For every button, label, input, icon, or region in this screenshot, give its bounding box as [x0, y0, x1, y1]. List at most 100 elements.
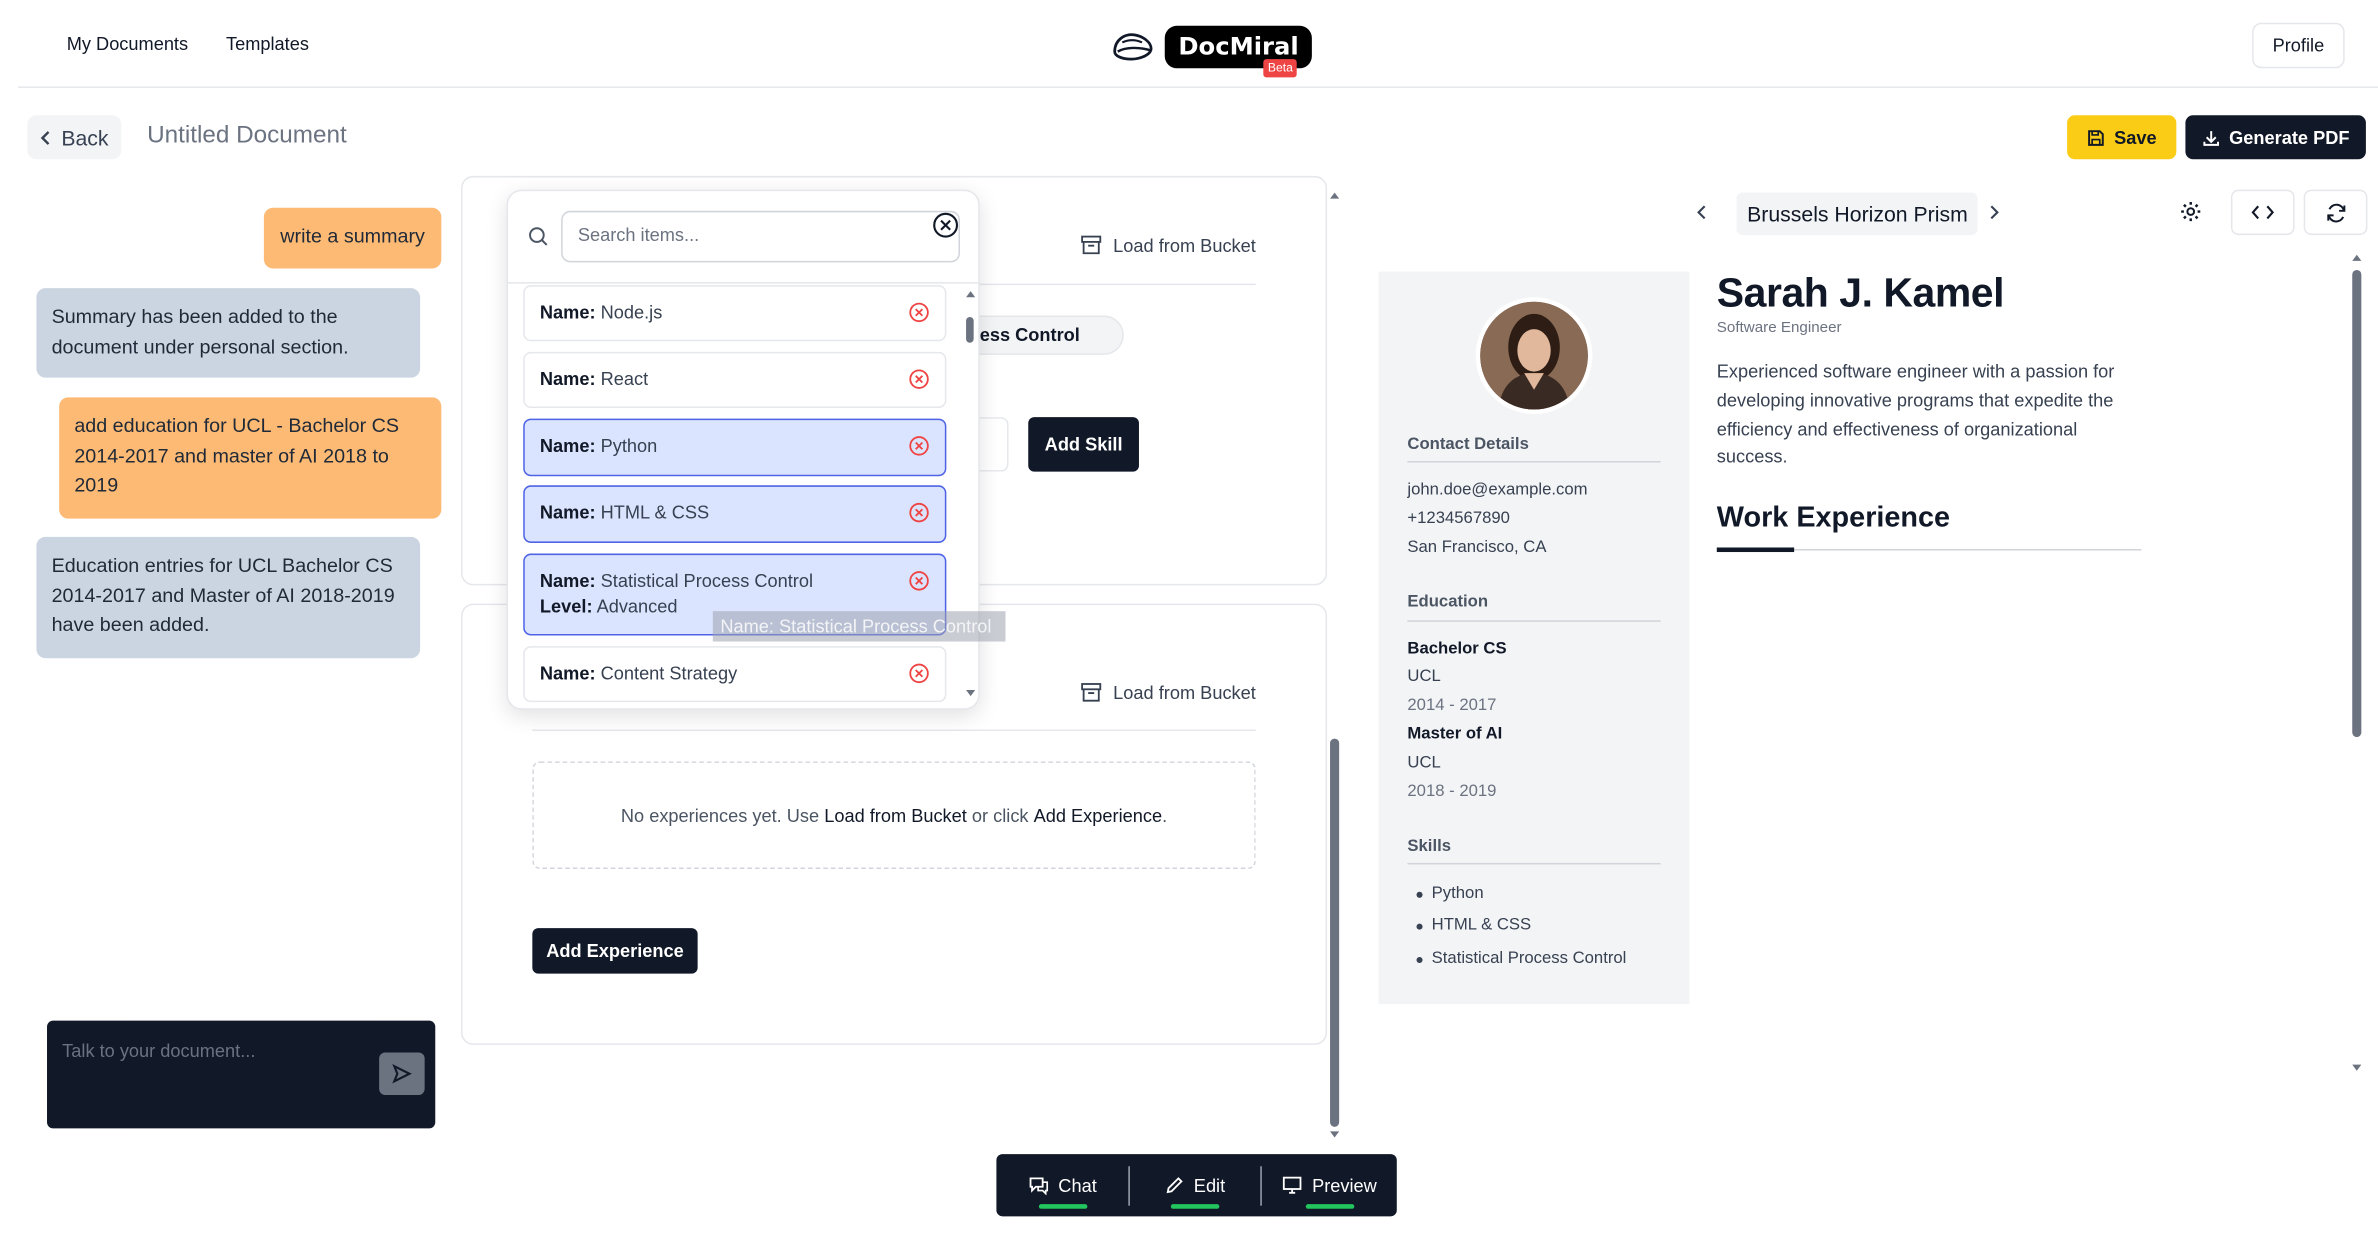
- section-divider: [532, 729, 1256, 732]
- resume-name: Sarah J. Kamel: [1716, 269, 2005, 316]
- mode-toggle-bar: Chat Edit Preview: [996, 1154, 1397, 1217]
- cap-logo-icon: [1113, 33, 1153, 61]
- empty-text-suffix: .: [1162, 804, 1168, 826]
- mode-edit-button[interactable]: Edit: [1130, 1154, 1260, 1216]
- scroll-up-arrow-icon: [966, 291, 976, 298]
- empty-text-add: Add Experience: [1033, 804, 1163, 826]
- drag-ghost: Name: Statistical Process Control: [712, 611, 1006, 642]
- preview-scroll-thumb[interactable]: [2352, 269, 2362, 738]
- profile-photo: [1480, 301, 1588, 410]
- scroll-down-arrow-icon: [2352, 1064, 2362, 1071]
- item-name-key: Name:: [539, 435, 596, 457]
- education-degree: Master of AI: [1407, 724, 1503, 744]
- bucket-item[interactable]: Name: Content Strategy: [523, 646, 947, 703]
- add-skill-button[interactable]: Add Skill: [1028, 417, 1139, 472]
- item-name: Node.js: [600, 301, 663, 324]
- item-name-key: Name:: [539, 662, 596, 684]
- next-template-icon[interactable]: [1988, 203, 2000, 221]
- bucket-item-selected[interactable]: Name: HTML & CSS: [523, 485, 947, 543]
- remove-item-icon[interactable]: [908, 302, 929, 323]
- code-view-button[interactable]: [2230, 189, 2295, 236]
- save-icon: [2088, 129, 2104, 146]
- template-name: Brussels Horizon Prism: [1736, 192, 1979, 236]
- item-name: Content Strategy: [600, 662, 738, 684]
- editor-scrollbar[interactable]: [1327, 188, 1342, 1143]
- chat-input[interactable]: [62, 1035, 366, 1067]
- skill-item: Python: [1416, 884, 1484, 903]
- remove-item-icon[interactable]: [908, 435, 929, 456]
- remove-item-icon[interactable]: [908, 369, 929, 390]
- send-button[interactable]: [379, 1052, 425, 1095]
- load-from-bucket-label: Load from Bucket: [1113, 234, 1256, 256]
- mode-chat-button[interactable]: Chat: [996, 1154, 1128, 1216]
- skill-item: HTML & CSS: [1416, 916, 1532, 935]
- item-name: HTML & CSS: [600, 501, 710, 524]
- education-years: 2018 - 2019: [1407, 782, 1497, 801]
- item-name-key: Name:: [539, 301, 596, 324]
- section-rule-accent: [1716, 547, 1795, 553]
- beta-badge: Beta: [1263, 59, 1298, 78]
- search-icon: [529, 227, 548, 246]
- generate-pdf-label: Generate PDF: [2229, 126, 2350, 148]
- preview-scrollbar[interactable]: [2349, 252, 2364, 1076]
- chat-message-user: add education for UCL - Bachelor CS 2014…: [59, 397, 442, 519]
- item-level-key: Level:: [539, 595, 593, 617]
- scroll-down-arrow-icon: [966, 690, 976, 697]
- item-level: Advanced: [596, 595, 678, 617]
- empty-text-load: Load from Bucket: [824, 804, 967, 826]
- bucket-item[interactable]: Name: Node.js: [523, 285, 947, 342]
- generate-pdf-button[interactable]: Generate PDF: [2185, 115, 2366, 160]
- chat-message-assistant: Summary has been added to the document u…: [36, 288, 421, 378]
- chat-icon: [1029, 1177, 1048, 1196]
- add-experience-button[interactable]: Add Experience: [532, 928, 698, 974]
- nav-my-documents[interactable]: My Documents: [67, 33, 188, 54]
- prev-template-icon[interactable]: [1696, 203, 1708, 221]
- load-from-bucket-button[interactable]: Load from Bucket: [1080, 234, 1256, 257]
- back-button[interactable]: Back: [27, 115, 122, 160]
- mode-preview-label: Preview: [1312, 1174, 1377, 1196]
- bucket-item-selected[interactable]: Name: Python: [523, 418, 947, 477]
- code-icon: [2251, 205, 2275, 220]
- remove-item-icon[interactable]: [908, 570, 929, 591]
- dropdown-scroll-thumb[interactable]: [966, 316, 974, 343]
- profile-button[interactable]: Profile: [2252, 22, 2345, 69]
- remove-item-icon[interactable]: [908, 502, 929, 523]
- document-title[interactable]: Untitled Document: [147, 123, 347, 150]
- education-school: UCL: [1407, 667, 1441, 686]
- monitor-icon: [1283, 1176, 1302, 1194]
- remove-item-icon[interactable]: [908, 663, 929, 684]
- load-from-bucket-button[interactable]: Load from Bucket: [1080, 681, 1256, 704]
- search-field: [561, 210, 961, 263]
- editor-scroll-thumb[interactable]: [1330, 738, 1340, 1127]
- item-name-key: Name:: [539, 570, 596, 592]
- refresh-icon: [2326, 202, 2345, 222]
- download-icon: [2203, 130, 2219, 146]
- nav-templates[interactable]: Templates: [226, 33, 309, 54]
- refresh-button[interactable]: [2303, 189, 2368, 236]
- save-button[interactable]: Save: [2067, 115, 2177, 160]
- contact-email: john.doe@example.com: [1407, 480, 1588, 499]
- search-input[interactable]: [577, 224, 912, 246]
- scroll-up-arrow-icon: [1330, 192, 1340, 199]
- bucket-item[interactable]: Name: React: [523, 351, 947, 408]
- mode-chat-label: Chat: [1058, 1174, 1097, 1196]
- education-degree: Bachelor CS: [1407, 640, 1507, 659]
- mode-active-underline: [1305, 1204, 1354, 1209]
- back-label: Back: [61, 125, 109, 150]
- mode-edit-label: Edit: [1193, 1174, 1226, 1196]
- chat-message-assistant: Education entries for UCL Bachelor CS 20…: [36, 536, 421, 659]
- dropdown-divider: [508, 282, 979, 284]
- mode-preview-button[interactable]: Preview: [1262, 1154, 1397, 1216]
- item-name: React: [600, 368, 649, 390]
- clear-search-icon[interactable]: [931, 211, 960, 240]
- mode-active-underline: [1038, 1204, 1087, 1209]
- item-name-key: Name:: [539, 368, 596, 390]
- gear-icon[interactable]: [2179, 200, 2202, 223]
- archive-icon: [1081, 235, 1102, 255]
- section-rule: [1407, 461, 1661, 463]
- contact-location: San Francisco, CA: [1407, 538, 1547, 557]
- resume-summary: Experienced software engineer with a pas…: [1716, 360, 2115, 468]
- scroll-down-arrow-icon: [1330, 1131, 1340, 1138]
- work-experience-heading: Work Experience: [1716, 501, 1951, 534]
- contact-phone: +1234567890: [1407, 509, 1510, 528]
